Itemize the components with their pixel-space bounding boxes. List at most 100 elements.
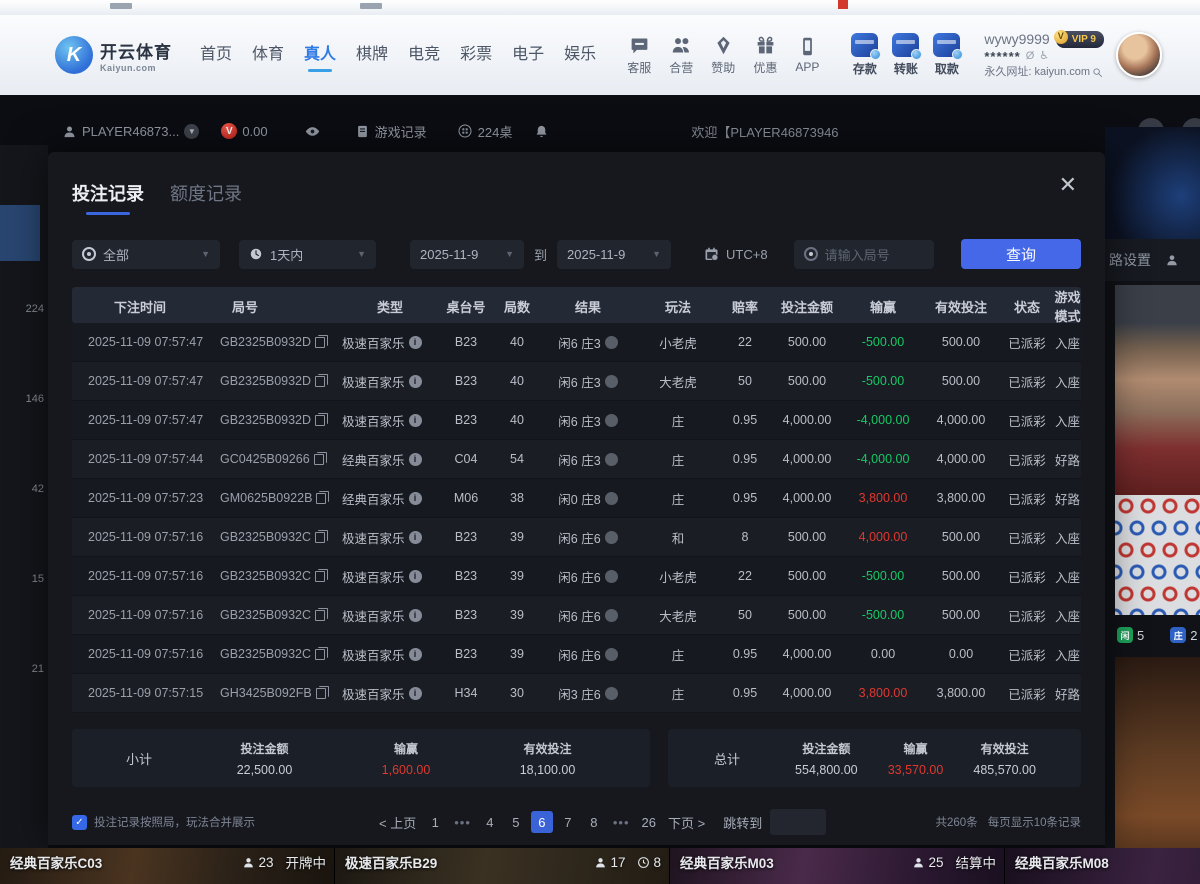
- copy-icon[interactable]: [316, 493, 326, 504]
- subtotal-amount-label: 投注金额: [237, 740, 293, 757]
- withdraw-button[interactable]: 取款: [933, 33, 960, 77]
- info-icon[interactable]: i: [409, 570, 422, 583]
- page-button[interactable]: •••: [450, 811, 475, 833]
- result-detail-icon[interactable]: [605, 336, 618, 349]
- round-number-input[interactable]: 请输入局号: [794, 240, 934, 269]
- result-detail-icon[interactable]: [605, 414, 618, 427]
- info-icon[interactable]: i: [409, 336, 422, 349]
- result-detail-icon[interactable]: [605, 453, 618, 466]
- table-name: 经典百家乐M08: [1015, 852, 1109, 872]
- magnifier-icon[interactable]: [1092, 67, 1103, 78]
- info-icon[interactable]: i: [409, 453, 422, 466]
- info-icon[interactable]: i: [409, 687, 422, 700]
- promo-link[interactable]: 优惠: [753, 35, 777, 76]
- eye-off-icon[interactable]: Ø: [1026, 49, 1035, 64]
- table-row[interactable]: 2025-11-09 07:57:44 GC0425B09266 经典百家乐i …: [72, 440, 1081, 479]
- nav-item[interactable]: 电竞: [408, 40, 440, 70]
- copy-icon[interactable]: [315, 376, 325, 387]
- table-row[interactable]: 2025-11-09 07:57:16 GB2325B0932C 极速百家乐i …: [72, 518, 1081, 557]
- time-range-select[interactable]: 1天内 ▼: [239, 240, 376, 269]
- result-detail-icon[interactable]: [605, 570, 618, 583]
- copy-icon[interactable]: [315, 649, 325, 660]
- nav-item[interactable]: 彩票: [460, 40, 492, 70]
- copy-icon[interactable]: [315, 571, 325, 582]
- nav-item[interactable]: 棋牌: [356, 40, 388, 70]
- page-button[interactable]: 7: [557, 811, 579, 833]
- page-button[interactable]: 4: [479, 811, 501, 833]
- nav-item[interactable]: 体育: [252, 40, 284, 70]
- live-table-tile[interactable]: 经典百家乐M03 25 结算中: [670, 848, 1005, 884]
- active-table-highlight[interactable]: [0, 205, 40, 261]
- table-row[interactable]: 2025-11-09 07:57:47 GB2325B0932D 极速百家乐i …: [72, 323, 1081, 362]
- road-settings-bar[interactable]: 路设置: [1105, 239, 1200, 281]
- info-icon[interactable]: i: [409, 531, 422, 544]
- eye-toggle[interactable]: [304, 123, 321, 140]
- page-button[interactable]: 26: [638, 811, 660, 833]
- copy-icon[interactable]: [314, 454, 324, 465]
- copy-icon[interactable]: [315, 610, 325, 621]
- dealer-video[interactable]: [1115, 285, 1200, 495]
- cell-bet-time: 2025-11-09 07:57:15: [88, 686, 220, 700]
- nav-item[interactable]: 电子: [512, 40, 544, 70]
- table-row[interactable]: 2025-11-09 07:57:16 GB2325B0932C 极速百家乐i …: [72, 635, 1081, 674]
- page-button[interactable]: •••: [609, 811, 634, 833]
- nav-item[interactable]: 真人: [304, 40, 336, 70]
- search-button[interactable]: 查询: [961, 239, 1081, 269]
- info-icon[interactable]: i: [409, 375, 422, 388]
- page-button[interactable]: 1: [424, 811, 446, 833]
- table-row[interactable]: 2025-11-09 07:57:15 GH3425B092FB 极速百家乐i …: [72, 674, 1081, 713]
- merge-checkbox[interactable]: ✓: [72, 815, 87, 830]
- result-detail-icon[interactable]: [605, 687, 618, 700]
- result-detail-icon[interactable]: [605, 609, 618, 622]
- page-button[interactable]: 下页 >: [664, 811, 709, 833]
- page-button[interactable]: 8: [583, 811, 605, 833]
- app-link[interactable]: APP: [795, 36, 819, 74]
- copy-icon[interactable]: [315, 415, 325, 426]
- live-table-tile[interactable]: 经典百家乐C03 23 开牌中: [0, 848, 335, 884]
- date-from-select[interactable]: 2025-11-9 ▼: [410, 240, 524, 269]
- modal-tab[interactable]: 投注记录: [72, 180, 144, 215]
- copy-icon[interactable]: [316, 688, 326, 699]
- copy-icon[interactable]: [315, 337, 325, 348]
- customer-service-link[interactable]: 客服: [627, 35, 651, 76]
- table-row[interactable]: 2025-11-09 07:57:47 GB2325B0932D 极速百家乐i …: [72, 401, 1081, 440]
- avatar[interactable]: [1116, 32, 1162, 78]
- game-type-select[interactable]: 全部 ▼: [72, 240, 220, 269]
- info-icon[interactable]: i: [409, 492, 422, 505]
- result-detail-icon[interactable]: [605, 648, 618, 661]
- page-button[interactable]: 5: [505, 811, 527, 833]
- refresh-check-icon[interactable]: ♿: [1039, 49, 1049, 64]
- jump-page-input[interactable]: [770, 809, 826, 835]
- modal-tab[interactable]: 额度记录: [170, 180, 242, 215]
- partner-link[interactable]: 合营: [669, 35, 693, 76]
- table-count-link[interactable]: 224桌: [457, 122, 513, 141]
- table-row[interactable]: 2025-11-09 07:57:47 GB2325B0932D 极速百家乐i …: [72, 362, 1081, 401]
- deposit-button[interactable]: 存款: [851, 33, 878, 77]
- table-row[interactable]: 2025-11-09 07:57:16 GB2325B0932C 极速百家乐i …: [72, 557, 1081, 596]
- info-icon[interactable]: i: [409, 609, 422, 622]
- game-record-link[interactable]: 游戏记录: [355, 122, 427, 141]
- notifications[interactable]: [534, 124, 549, 139]
- player-id-menu[interactable]: PLAYER46873... ▼: [62, 124, 199, 139]
- nav-item[interactable]: 娱乐: [564, 40, 596, 70]
- result-detail-icon[interactable]: [605, 531, 618, 544]
- page-button[interactable]: 6: [531, 811, 553, 833]
- table-row[interactable]: 2025-11-09 07:57:23 GM0625B0922B 经典百家乐i …: [72, 479, 1081, 518]
- info-icon[interactable]: i: [409, 414, 422, 427]
- date-to-select[interactable]: 2025-11-9 ▼: [557, 240, 671, 269]
- timezone-display[interactable]: UTC+8: [703, 246, 768, 262]
- live-table-tile[interactable]: 经典百家乐M08: [1005, 848, 1200, 884]
- page-button[interactable]: < 上页: [375, 811, 420, 833]
- sponsor-link[interactable]: 赞助: [711, 35, 735, 76]
- info-icon[interactable]: i: [409, 648, 422, 661]
- result-detail-icon[interactable]: [605, 375, 618, 388]
- result-detail-icon[interactable]: [605, 492, 618, 505]
- nav-item[interactable]: 首页: [200, 40, 232, 70]
- transfer-button[interactable]: 转账: [892, 33, 919, 77]
- copy-icon[interactable]: [315, 532, 325, 543]
- site-logo[interactable]: K 开云体育 Kaiyun.com: [55, 36, 172, 74]
- table-row[interactable]: 2025-11-09 07:57:16 GB2325B0932C 极速百家乐i …: [72, 596, 1081, 635]
- close-icon[interactable]: ✕: [1059, 174, 1077, 196]
- live-table-tile[interactable]: 极速百家乐B29 17 8: [335, 848, 670, 884]
- balance-display[interactable]: V 0.00: [221, 123, 267, 139]
